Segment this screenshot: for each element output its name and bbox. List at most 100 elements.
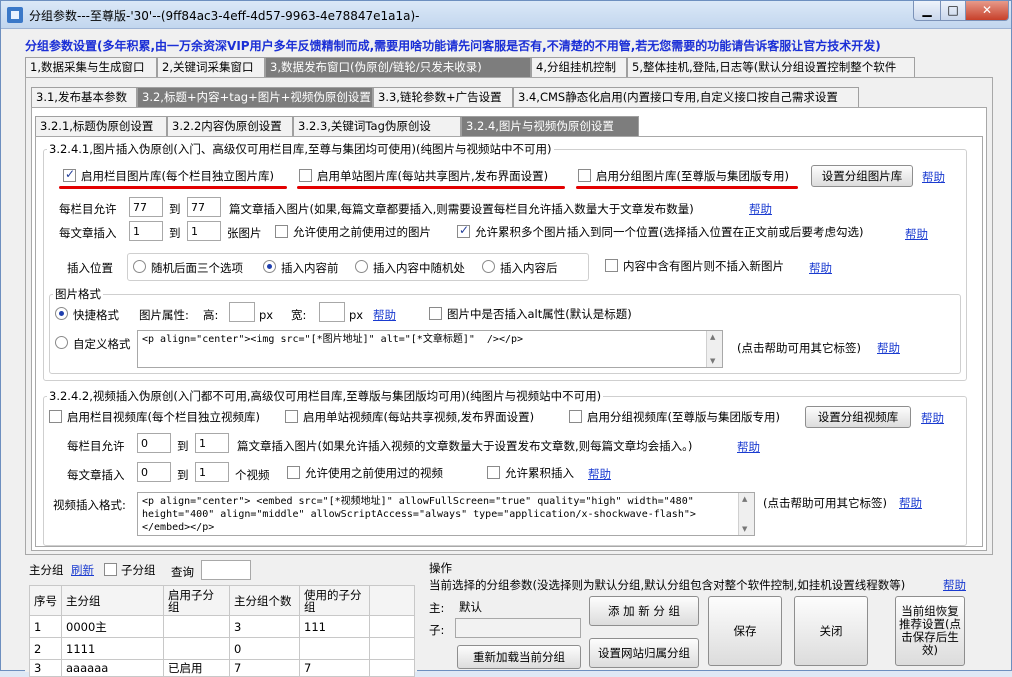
- video-per-article-to-input[interactable]: [195, 462, 229, 482]
- help-link[interactable]: 帮助: [943, 577, 966, 593]
- group-table: 序号 主分组 启用子分组 主分组个数 使用的子分组 1 0000主 3 111 …: [29, 585, 415, 677]
- help-link[interactable]: 帮助: [899, 495, 922, 511]
- tab-image-video-pseudo[interactable]: 3.2.4,图片与视频伪原创设置: [461, 116, 639, 136]
- pos-random-radio[interactable]: [133, 260, 146, 273]
- tab-title-content-pseudo[interactable]: 3.2,标题+内容+tag+图片+视频伪原创设置: [137, 87, 373, 107]
- enable-column-video-lib-checkbox[interactable]: [49, 410, 62, 423]
- pos-middle-label[interactable]: 插入内容中随机处: [373, 260, 465, 276]
- col-header[interactable]: 使用的子分组: [299, 585, 370, 616]
- enable-site-image-lib-checkbox[interactable]: [299, 169, 312, 182]
- per-column-to-input[interactable]: [187, 197, 221, 217]
- custom-format-textarea[interactable]: <p align="center"><img src="[*图片地址]" alt…: [137, 330, 723, 368]
- allow-stack-image-checkbox[interactable]: [457, 223, 470, 238]
- allow-stack-video-label[interactable]: 允许累积插入: [505, 465, 574, 481]
- enable-group-video-lib-checkbox[interactable]: [569, 410, 582, 423]
- enable-group-image-lib-label[interactable]: 启用分组图片库(至尊版与集团版专用): [596, 168, 789, 184]
- quick-format-radio[interactable]: [55, 307, 68, 320]
- custom-format-radio[interactable]: [55, 336, 68, 349]
- sub-group-input[interactable]: [455, 618, 581, 638]
- set-site-group-button[interactable]: 设置网站归属分组: [589, 638, 699, 668]
- add-group-button[interactable]: 添 加 新 分 组: [589, 596, 699, 626]
- enable-site-image-lib-label[interactable]: 启用单站图片库(每站共享图片,发布界面设置): [317, 168, 548, 184]
- table-row[interactable]: 1 0000主 3 111: [29, 615, 415, 638]
- set-group-video-lib-button[interactable]: 设置分组视频库: [805, 406, 911, 428]
- pos-after-radio[interactable]: [482, 260, 495, 273]
- per-article-from-input[interactable]: [129, 221, 163, 241]
- alt-attr-checkbox[interactable]: [429, 307, 442, 320]
- enable-group-video-lib-label[interactable]: 启用分组视频库(至尊版与集团版专用): [587, 409, 780, 425]
- maximize-button[interactable]: □: [940, 1, 966, 21]
- tab-data-collect[interactable]: 1,数据采集与生成窗口: [25, 57, 157, 77]
- video-per-column-to-input[interactable]: [195, 433, 229, 453]
- tab-group-hang[interactable]: 4,分组挂机控制: [531, 57, 627, 77]
- enable-column-image-lib-label[interactable]: 启用栏目图片库(每个栏目独立图片库): [81, 168, 274, 184]
- refresh-link[interactable]: 刷新: [71, 562, 94, 578]
- help-link[interactable]: 帮助: [905, 226, 928, 242]
- col-header[interactable]: 主分组个数: [229, 585, 300, 616]
- query-input[interactable]: [201, 560, 251, 580]
- allow-stack-video-checkbox[interactable]: [487, 466, 500, 479]
- image-width-input[interactable]: [319, 302, 345, 322]
- skip-if-has-image-checkbox[interactable]: [605, 259, 618, 272]
- pos-middle-radio[interactable]: [355, 260, 368, 273]
- pos-before-label[interactable]: 插入内容前: [281, 260, 339, 276]
- enable-site-video-lib-label[interactable]: 启用单站视频库(每站共享视频,发布界面设置): [303, 409, 534, 425]
- close-button[interactable]: 关闭: [794, 596, 868, 666]
- pos-random-label[interactable]: 随机后面三个选项: [151, 260, 243, 276]
- help-link[interactable]: 帮助: [749, 201, 772, 217]
- video-per-article-from-input[interactable]: [137, 462, 171, 482]
- minimize-button[interactable]: ▁: [913, 1, 941, 21]
- pos-before-radio[interactable]: [263, 260, 276, 273]
- help-link[interactable]: 帮助: [588, 466, 611, 482]
- col-header[interactable]: 序号: [29, 585, 62, 616]
- help-link[interactable]: 帮助: [921, 410, 944, 426]
- help-link[interactable]: 帮助: [809, 260, 832, 276]
- textarea-scrollbar[interactable]: ▲ ▼: [706, 331, 722, 367]
- restore-default-button[interactable]: 当前组恢复推荐设置(点击保存后生效): [895, 596, 965, 666]
- enable-column-image-lib-checkbox[interactable]: [63, 167, 76, 182]
- quick-format-label[interactable]: 快捷格式: [73, 307, 119, 323]
- col-header[interactable]: 启用子分组: [163, 585, 230, 616]
- subgroup-label[interactable]: 子分组: [121, 562, 156, 578]
- image-height-input[interactable]: [229, 302, 255, 322]
- allow-reuse-image-checkbox[interactable]: [275, 225, 288, 238]
- table-row[interactable]: 2 1111 0: [29, 637, 415, 660]
- tab-content-pseudo[interactable]: 3.2.2内容伪原创设置: [167, 116, 293, 136]
- close-window-button[interactable]: ✕: [965, 1, 1009, 21]
- pos-after-label[interactable]: 插入内容后: [500, 260, 558, 276]
- allow-stack-image-label[interactable]: 允许累积多个图片插入到同一个位置(选择插入位置在正文前或后要考虑勾选): [475, 224, 863, 240]
- allow-reuse-video-label[interactable]: 允许使用之前使用过的视频: [305, 465, 443, 481]
- title-bar[interactable]: 分组参数---至尊版-'30'--(9ff84ac3-4eff-4d57-996…: [1, 1, 1011, 29]
- per-column-from-input[interactable]: [129, 197, 163, 217]
- tab-keyword-tag-pseudo[interactable]: 3.2.3,关键词Tag伪原创设: [293, 116, 461, 136]
- textarea-scrollbar[interactable]: ▲ ▼: [738, 493, 754, 535]
- reload-group-button[interactable]: 重新加载当前分组: [457, 645, 581, 669]
- help-link[interactable]: 帮助: [877, 340, 900, 356]
- set-group-image-lib-button[interactable]: 设置分组图片库: [811, 165, 913, 187]
- subgroup-checkbox[interactable]: [104, 563, 117, 576]
- enable-group-image-lib-checkbox[interactable]: [578, 169, 591, 182]
- skip-if-has-image-label[interactable]: 内容中含有图片则不插入新图片: [623, 258, 784, 274]
- table-row[interactable]: 3 aaaaaa 已启用 7 7: [29, 659, 415, 677]
- col-header[interactable]: 主分组: [61, 585, 164, 616]
- video-per-column-from-input[interactable]: [137, 433, 171, 453]
- tab-link-ad[interactable]: 3.3,链轮参数+广告设置: [373, 87, 513, 107]
- tab-data-publish[interactable]: 3,数据发布窗口(伪原创/链轮/只发未收录): [265, 57, 531, 77]
- tab-cms-static[interactable]: 3.4,CMS静态化启用(内置接口专用,自定义接口按自己需求设置: [513, 87, 859, 107]
- allow-reuse-video-checkbox[interactable]: [287, 466, 300, 479]
- enable-column-video-lib-label[interactable]: 启用栏目视频库(每个栏目独立视频库): [67, 409, 260, 425]
- enable-site-video-lib-checkbox[interactable]: [285, 410, 298, 423]
- help-link[interactable]: 帮助: [373, 307, 396, 323]
- video-format-textarea[interactable]: <p align="center"> <embed src="[*视频地址]" …: [137, 492, 755, 536]
- help-link[interactable]: 帮助: [922, 169, 945, 185]
- per-article-to-input[interactable]: [187, 221, 221, 241]
- tab-overall-hang[interactable]: 5,整体挂机,登陆,日志等(默认分组设置控制整个软件: [627, 57, 915, 77]
- allow-reuse-image-label[interactable]: 允许使用之前使用过的图片: [293, 224, 431, 240]
- tab-title-pseudo[interactable]: 3.2.1,标题伪原创设置: [35, 116, 167, 136]
- save-button[interactable]: 保存: [708, 596, 782, 666]
- tab-keyword-collect[interactable]: 2,关键词采集窗口: [157, 57, 265, 77]
- tab-publish-basic[interactable]: 3.1,发布基本参数: [31, 87, 137, 107]
- help-link[interactable]: 帮助: [737, 439, 760, 455]
- alt-attr-label[interactable]: 图片中是否插入alt属性(默认是标题): [447, 306, 632, 322]
- custom-format-label[interactable]: 自定义格式: [73, 336, 131, 352]
